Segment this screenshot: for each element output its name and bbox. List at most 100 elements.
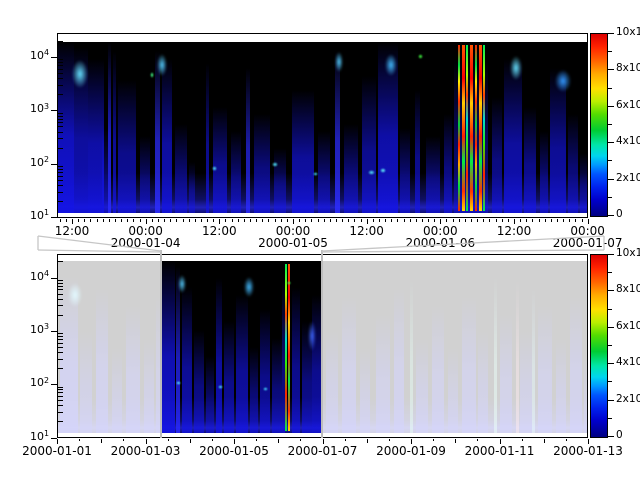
x-tick-label-date: 2000-01-13 [553,444,623,458]
y-major-tick [51,164,57,165]
spectral-streak [344,124,358,213]
y-tick-label: 103 [15,102,49,115]
y-minor-tick [58,315,63,316]
spectral-streak [162,59,172,213]
x-minor-tick [389,439,390,441]
spectral-streak [189,162,195,213]
y-minor-tick [58,339,63,340]
x-minor-tick [526,219,527,222]
x-minor-tick [60,219,61,222]
spectral-streak [213,107,227,213]
colorbar-tick-label: 8x107 [616,283,640,295]
colorbar-major-tick [608,436,614,437]
x-minor-tick [123,439,124,441]
burst-streak [458,45,460,211]
x-tick-label-date: 2000-01-03 [111,444,181,458]
bright-spot [272,162,278,167]
x-minor-tick [262,219,263,222]
bright-spot [418,54,423,59]
spectral-streak [236,295,248,433]
x-minor-tick [569,219,570,222]
selection-left-handle[interactable] [160,250,162,438]
x-minor-tick [250,219,251,222]
x-minor-tick [477,439,478,441]
spectral-streak [118,80,136,213]
colorbar-major-tick [608,179,614,180]
x-minor-tick [404,219,405,222]
colorbar-minor-tick [608,309,612,310]
colorbar-tick-label: 2x107 [616,393,640,405]
colorbar-major-tick [608,290,614,291]
spectral-streak [260,309,270,433]
spectral-streak [426,136,440,213]
burst-streak [466,45,468,211]
y-minor-tick [58,261,63,262]
y-minor-tick [58,368,63,369]
x-minor-tick [465,219,466,222]
x-minor-tick [79,439,80,441]
y-minor-tick [58,73,63,74]
overview-faded-region-right [323,261,587,433]
x-minor-tick [140,219,141,222]
y-minor-tick [58,201,63,202]
y-minor-tick [58,421,63,422]
y-minor-tick [58,192,63,193]
colorbar-tick-label: 2x107 [616,172,640,184]
burst-streak [288,264,290,431]
spectral-streak [400,128,410,214]
colorbar-tick-label: 8x107 [616,62,640,74]
colorbar-minor-tick [608,345,612,346]
x-tick-label-time: 12:00 [55,224,90,238]
colorbar-major-tick [608,215,614,216]
bright-cap [385,54,397,76]
bright-cap [178,275,186,293]
spectral-streak [362,76,376,213]
spectral-streak [415,90,420,213]
colorbar-tick-label: 0 [616,429,623,441]
x-minor-tick [84,219,85,222]
spectral-streak [250,347,258,433]
x-tick-label-date: 2000-01-01 [22,444,92,458]
x-minor-tick [213,219,214,222]
spectral-streak [113,51,116,213]
x-minor-tick [416,219,417,222]
colorbar-minor-tick [608,51,612,52]
detail-spectrogram-image[interactable] [58,42,587,213]
y-tick-label: 101 [15,209,49,222]
x-minor-tick [183,219,184,222]
x-minor-tick [575,219,576,222]
y-major-tick [51,278,57,279]
x-minor-tick [318,219,319,222]
x-tick-label-date: 2000-01-06 [405,236,475,250]
spectral-streak [194,330,204,433]
colorbar-tick-label: 4x107 [616,135,640,147]
y-tick-label: 103 [15,323,49,336]
x-minor-tick [164,219,165,222]
spectral-streak [492,97,502,213]
x-minor-tick [189,219,190,222]
y-minor-tick [58,166,63,167]
zoom-connector-line [322,250,604,252]
x-minor-tick [566,439,567,441]
x-minor-tick [168,439,169,441]
y-major-tick [51,57,57,58]
x-minor-tick [281,219,282,222]
x-minor-tick [453,219,454,222]
spectral-streak [216,278,222,433]
selection-right-handle[interactable] [321,250,323,438]
burst-streak [470,45,473,211]
x-minor-tick [311,219,312,222]
x-minor-tick [397,219,398,222]
y-minor-tick [58,289,63,290]
x-minor-tick [90,219,91,222]
bright-spot [368,170,375,175]
y-minor-tick [58,392,63,393]
x-minor-tick [115,219,116,222]
burst-streak [285,264,287,431]
spectral-streak [580,153,587,213]
x-minor-tick [489,219,490,222]
x-minor-tick [563,219,564,222]
x-minor-tick [212,439,213,441]
x-minor-tick [557,219,558,222]
x-minor-tick [299,219,300,222]
